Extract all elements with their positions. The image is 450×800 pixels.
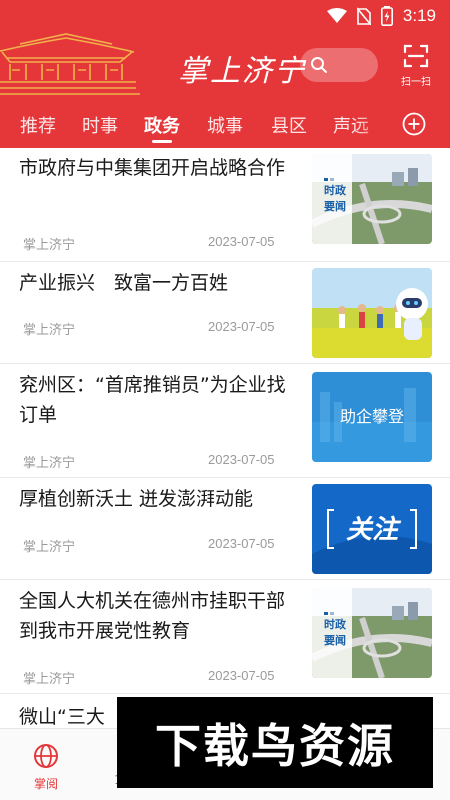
news-item[interactable]: 产业振兴 致富一方百姓 掌上济宁 2023-07-05 [0,262,450,364]
active-tab-indicator [152,140,172,143]
status-bar: 3:19 [0,0,450,32]
app-title: 掌上济宁 [178,54,306,89]
palace-logo-art [0,33,140,95]
news-item[interactable]: 市政府与中集集团开启战略合作 掌上济宁 2023-07-05 时政 要闻 [0,148,450,262]
news-thumbnail[interactable]: 时政 要闻 [312,588,432,678]
search-icon [311,57,327,73]
svg-text:时政: 时政 [324,183,347,197]
svg-text:要闻: 要闻 [324,199,346,213]
news-item[interactable]: 厚植创新沃土 迸发澎湃动能 掌上济宁 2023-07-05 关注 [0,478,450,580]
tab-recommend[interactable]: 推荐 [20,112,56,138]
news-thumbnail[interactable]: 关注 [312,484,432,574]
focus-banner-image: 关注 [312,484,432,574]
news-date: 2023-07-05 [208,319,275,334]
blue-banner-image: 助企攀登 [312,372,432,462]
news-thumbnail[interactable]: 助企攀登 [312,372,432,462]
status-icons: 3:19 [326,6,436,26]
news-title[interactable]: 全国人大机关在德州市挂职干部到我市开展党性教育 [19,586,294,646]
svg-text:时政: 时政 [324,617,347,631]
news-source: 掌上济宁 [23,672,76,687]
wifi-icon [326,8,347,23]
app-header: 3:19 掌上济宁 扫一扫 推荐 时事 政务 城事 县区 声远 [0,0,450,148]
scan-button[interactable]: 扫一扫 [396,44,436,88]
tab-counties[interactable]: 县区 [271,112,307,138]
nav-item-zhangyue[interactable]: 掌阅 [16,743,76,792]
news-thumbnail[interactable]: 时政 要闻 [312,154,432,244]
scan-label: 扫一扫 [401,77,431,88]
news-item[interactable]: 兖州区：“首席推销员”为企业找订单 掌上济宁 2023-07-05 助企攀登 [0,364,450,478]
scan-icon [403,44,429,68]
news-list: 市政府与中集集团开启战略合作 掌上济宁 2023-07-05 时政 要闻 产业振… [0,148,450,728]
news-item[interactable]: 全国人大机关在德州市挂职干部到我市开展党性教育 掌上济宁 2023-07-05 … [0,580,450,694]
tab-city-affairs[interactable]: 城事 [207,112,243,138]
flower-field-image [312,268,432,358]
news-date: 2023-07-05 [208,668,275,683]
search-box[interactable] [300,48,378,82]
news-title[interactable]: 厚植创新沃土 迸发澎湃动能 [19,484,294,514]
news-source: 掌上济宁 [23,540,76,555]
nav-label: 掌阅 [33,777,58,791]
news-date: 2023-07-05 [208,452,275,467]
tab-government-affairs[interactable]: 政务 [144,112,180,138]
news-title[interactable]: 兖州区：“首席推销员”为企业找订单 [19,370,294,430]
watermark-banner: 下载鸟资源 [117,697,433,788]
status-time: 3:19 [402,6,436,25]
no-sim-icon [356,7,371,25]
add-channel-icon[interactable] [402,112,426,136]
thumb-text: 关注 [346,515,402,545]
news-date: 2023-07-05 [208,234,275,249]
news-source: 掌上济宁 [23,238,76,253]
news-source: 掌上济宁 [23,456,76,471]
channel-tabs: 推荐 时事 政务 城事 县区 声远 [0,102,450,148]
thumb-text: 助企攀登 [340,407,404,426]
news-title[interactable]: 市政府与中集集团开启战略合作 [19,153,294,183]
tab-current-affairs[interactable]: 时事 [82,112,118,138]
news-date: 2023-07-05 [208,536,275,551]
globe-icon [34,744,58,768]
news-source: 掌上济宁 [23,323,76,338]
watermark-text: 下载鸟资源 [155,718,395,773]
news-title[interactable]: 产业振兴 致富一方百姓 [19,268,294,298]
svg-text:要闻: 要闻 [324,633,346,647]
news-thumbnail[interactable] [312,268,432,358]
battery-charging-icon [380,6,393,26]
tab-scroll-fade [356,102,396,148]
city-aerial-image: 时政 要闻 [312,154,432,244]
city-aerial-image: 时政 要闻 [312,588,432,678]
